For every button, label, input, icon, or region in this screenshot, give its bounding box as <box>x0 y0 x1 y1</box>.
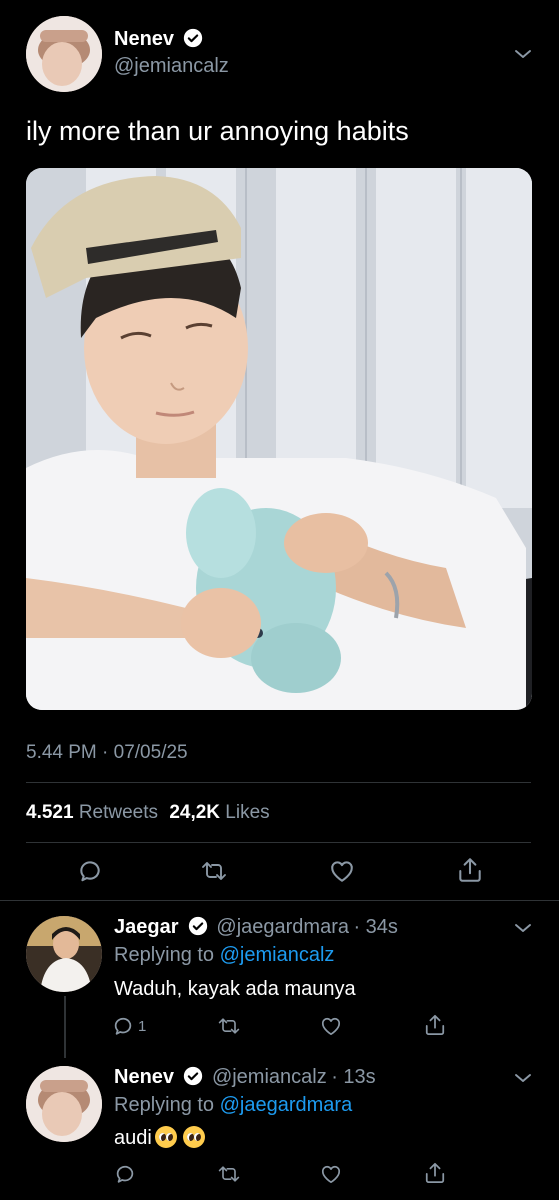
verified-icon <box>184 1066 203 1086</box>
likes-label[interactable]: Likes <box>225 802 269 823</box>
reply-text: audi <box>114 1127 152 1149</box>
tweet-photo[interactable] <box>26 168 532 710</box>
replying-to-label: Replying to <box>114 1094 215 1116</box>
like-button[interactable] <box>324 856 360 886</box>
reply-time: · 34s <box>353 916 398 938</box>
like-button[interactable] <box>316 1012 346 1040</box>
reply-header: Jaegar @jaegardmara · 34s <box>114 916 398 939</box>
divider <box>0 900 559 901</box>
reply-author-handle[interactable]: @jemiancalz <box>212 1066 327 1088</box>
reply-icon <box>116 1165 134 1183</box>
reply-button[interactable] <box>72 856 108 886</box>
heart-icon <box>331 861 353 882</box>
verified-icon <box>188 916 208 936</box>
reply-author-name[interactable]: Jaegar <box>114 916 179 938</box>
author-handle[interactable]: @jemiancalz <box>114 55 229 78</box>
tweet-timestamp: 5.44 PM · 07/05/25 <box>26 742 188 763</box>
heart-icon <box>321 1017 341 1036</box>
retweet-icon <box>218 1166 240 1182</box>
retweets-label[interactable]: Retweets <box>79 802 158 823</box>
replying-to: Replying to @jemiancalz <box>114 944 334 967</box>
reply-text-container: audi <box>114 1126 205 1150</box>
tweet-stats: 4.521 Retweets 24,2K Likes <box>26 802 270 824</box>
like-button[interactable] <box>316 1160 346 1188</box>
replying-to-label: Replying to <box>114 944 215 966</box>
verified-icon <box>184 28 203 48</box>
divider <box>26 842 531 843</box>
reply-text: Waduh, kayak ada maunya <box>114 978 356 1000</box>
reply-author-name[interactable]: Nenev <box>114 1066 174 1088</box>
reply-icon <box>80 861 100 882</box>
reply-button[interactable] <box>112 1160 138 1188</box>
reply-time: · 13s <box>331 1066 376 1088</box>
replying-to: Replying to @jaegardmara <box>114 1094 352 1117</box>
retweet-button[interactable] <box>196 856 232 886</box>
author-avatar[interactable] <box>26 16 102 92</box>
reply-header: Nenev @jemiancalz · 13s <box>114 1066 376 1089</box>
reply-button[interactable]: 1 <box>112 1012 146 1040</box>
pleading-face-emoji <box>182 1126 205 1148</box>
retweet-button[interactable] <box>214 1012 244 1040</box>
replying-to-link[interactable]: @jaegardmara <box>220 1094 353 1116</box>
chevron-down-icon[interactable] <box>508 916 538 940</box>
reply-avatar[interactable] <box>26 916 102 992</box>
retweet-icon <box>218 1018 240 1034</box>
reply-avatar[interactable] <box>26 1066 102 1142</box>
share-button[interactable] <box>420 1010 450 1040</box>
reply-count: 1 <box>138 1017 147 1035</box>
likes-count[interactable]: 24,2K <box>169 802 220 823</box>
pleading-face-emoji <box>154 1126 177 1148</box>
retweets-count[interactable]: 4.521 <box>26 802 74 823</box>
replying-to-link[interactable]: @jemiancalz <box>220 944 335 966</box>
share-button[interactable] <box>452 854 488 886</box>
share-icon <box>425 1162 445 1184</box>
share-icon <box>425 1014 445 1036</box>
reply-icon <box>114 1017 132 1035</box>
share-icon <box>459 858 481 882</box>
divider <box>26 782 531 783</box>
retweet-button[interactable] <box>214 1160 244 1188</box>
tweet-text: ily more than ur annoying habits <box>26 116 409 146</box>
thread-line <box>64 996 66 1058</box>
author-name[interactable]: Nenev <box>114 28 174 50</box>
heart-icon <box>321 1165 341 1184</box>
reply-author-handle[interactable]: @jaegardmara <box>216 916 349 938</box>
retweet-icon <box>202 862 226 880</box>
share-button[interactable] <box>420 1158 450 1188</box>
chevron-down-icon[interactable] <box>508 1066 538 1090</box>
chevron-down-icon[interactable] <box>508 42 538 66</box>
